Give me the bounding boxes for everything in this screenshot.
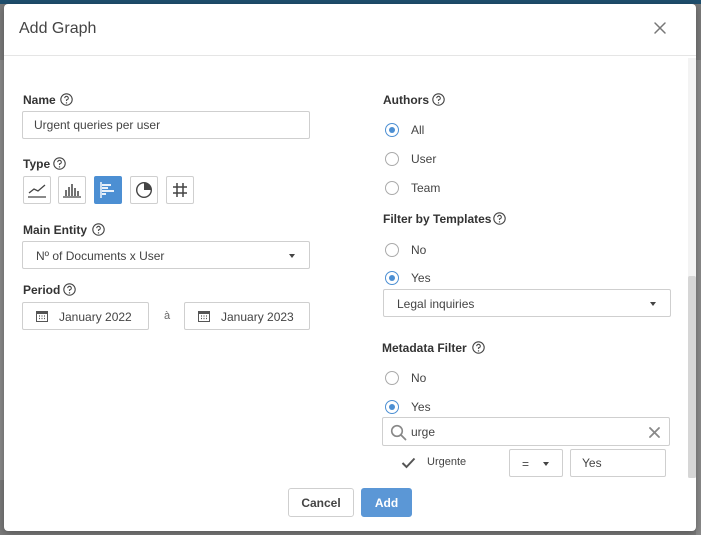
dialog-title: Add Graph: [19, 20, 97, 37]
main-entity-value: Nº of Documents x User: [36, 249, 165, 263]
pie-chart-icon: [135, 181, 153, 199]
main-entity-help-icon[interactable]: [92, 223, 105, 236]
calendar-icon: [198, 311, 210, 322]
name-help-icon[interactable]: [60, 93, 73, 106]
period-end-value: January 2023: [221, 310, 294, 324]
metadata-search-box: [382, 417, 670, 446]
period-separator: à: [164, 310, 171, 322]
type-label: Type: [23, 157, 51, 171]
background-app-panel-right: [696, 60, 701, 535]
metadata-filter-label: Metadata Filter: [382, 341, 467, 355]
add-button[interactable]: Add: [361, 488, 412, 517]
authors-help-icon[interactable]: [432, 93, 445, 106]
metadata-value-input[interactable]: [570, 449, 666, 477]
template-select[interactable]: Legal inquiries: [383, 289, 671, 317]
type-horizontal-bar-chart-button[interactable]: [94, 176, 122, 204]
template-value: Legal inquiries: [397, 297, 475, 311]
radio-button[interactable]: [385, 123, 399, 137]
period-end-picker[interactable]: January 2023: [184, 302, 310, 330]
metadata-result-name: Urgente: [427, 456, 467, 468]
name-label: Name: [23, 93, 56, 107]
metadata-filter-help-icon[interactable]: [472, 341, 485, 354]
authors-option-team[interactable]: Team: [385, 179, 465, 197]
period-help-icon[interactable]: [63, 283, 76, 296]
filter-templates-help-icon[interactable]: [493, 212, 506, 225]
period-label: Period: [23, 283, 61, 297]
metadata-filter-option-no[interactable]: No: [385, 369, 465, 387]
dialog-header: Add Graph: [4, 4, 696, 56]
cancel-button[interactable]: Cancel: [288, 488, 354, 517]
radio-button[interactable]: [385, 152, 399, 166]
main-entity-label: Main Entity: [23, 223, 88, 237]
authors-option-user[interactable]: User: [385, 150, 465, 168]
metadata-operator-select[interactable]: =: [509, 449, 563, 477]
clear-search-icon[interactable]: [649, 427, 660, 438]
authors-option-all[interactable]: All: [385, 121, 465, 139]
metadata-search-input[interactable]: [411, 423, 631, 441]
chevron-down-icon: [543, 462, 549, 466]
main-entity-select[interactable]: Nº of Documents x User: [22, 241, 310, 269]
type-table-button[interactable]: [166, 176, 194, 204]
filter-templates-label: Filter by Templates: [383, 212, 492, 226]
horizontal-bar-chart-icon: [100, 182, 114, 198]
scrollbar-thumb[interactable]: [688, 276, 696, 478]
radio-button[interactable]: [385, 400, 399, 414]
authors-label: Authors: [383, 93, 429, 107]
graph-name-input[interactable]: [22, 111, 310, 139]
calendar-icon: [36, 311, 48, 322]
type-line-chart-button[interactable]: [23, 176, 51, 204]
metadata-filter-option-yes[interactable]: Yes: [385, 398, 465, 416]
radio-button[interactable]: [385, 271, 399, 285]
close-icon[interactable]: [650, 18, 670, 38]
radio-button[interactable]: [385, 371, 399, 385]
table-grid-icon: [173, 183, 187, 197]
period-start-value: January 2022: [59, 310, 132, 324]
metadata-operator-value: =: [522, 457, 530, 471]
type-help-icon[interactable]: [53, 157, 66, 170]
filter-templates-option-no[interactable]: No: [385, 241, 465, 259]
chevron-down-icon: [289, 254, 295, 258]
search-icon: [390, 424, 407, 441]
period-start-picker[interactable]: January 2022: [22, 302, 149, 330]
checkmark-icon: [401, 457, 416, 469]
radio-button[interactable]: [385, 243, 399, 257]
type-pie-chart-button[interactable]: [130, 176, 158, 204]
add-graph-dialog: Add Graph Name Type: [4, 4, 696, 531]
radio-button[interactable]: [385, 181, 399, 195]
type-bar-chart-button[interactable]: [58, 176, 86, 204]
chevron-down-icon: [650, 302, 656, 306]
footer-divider: [4, 478, 696, 479]
filter-templates-option-yes[interactable]: Yes: [385, 269, 465, 287]
bar-chart-icon: [63, 184, 81, 198]
line-chart-icon: [28, 184, 46, 198]
